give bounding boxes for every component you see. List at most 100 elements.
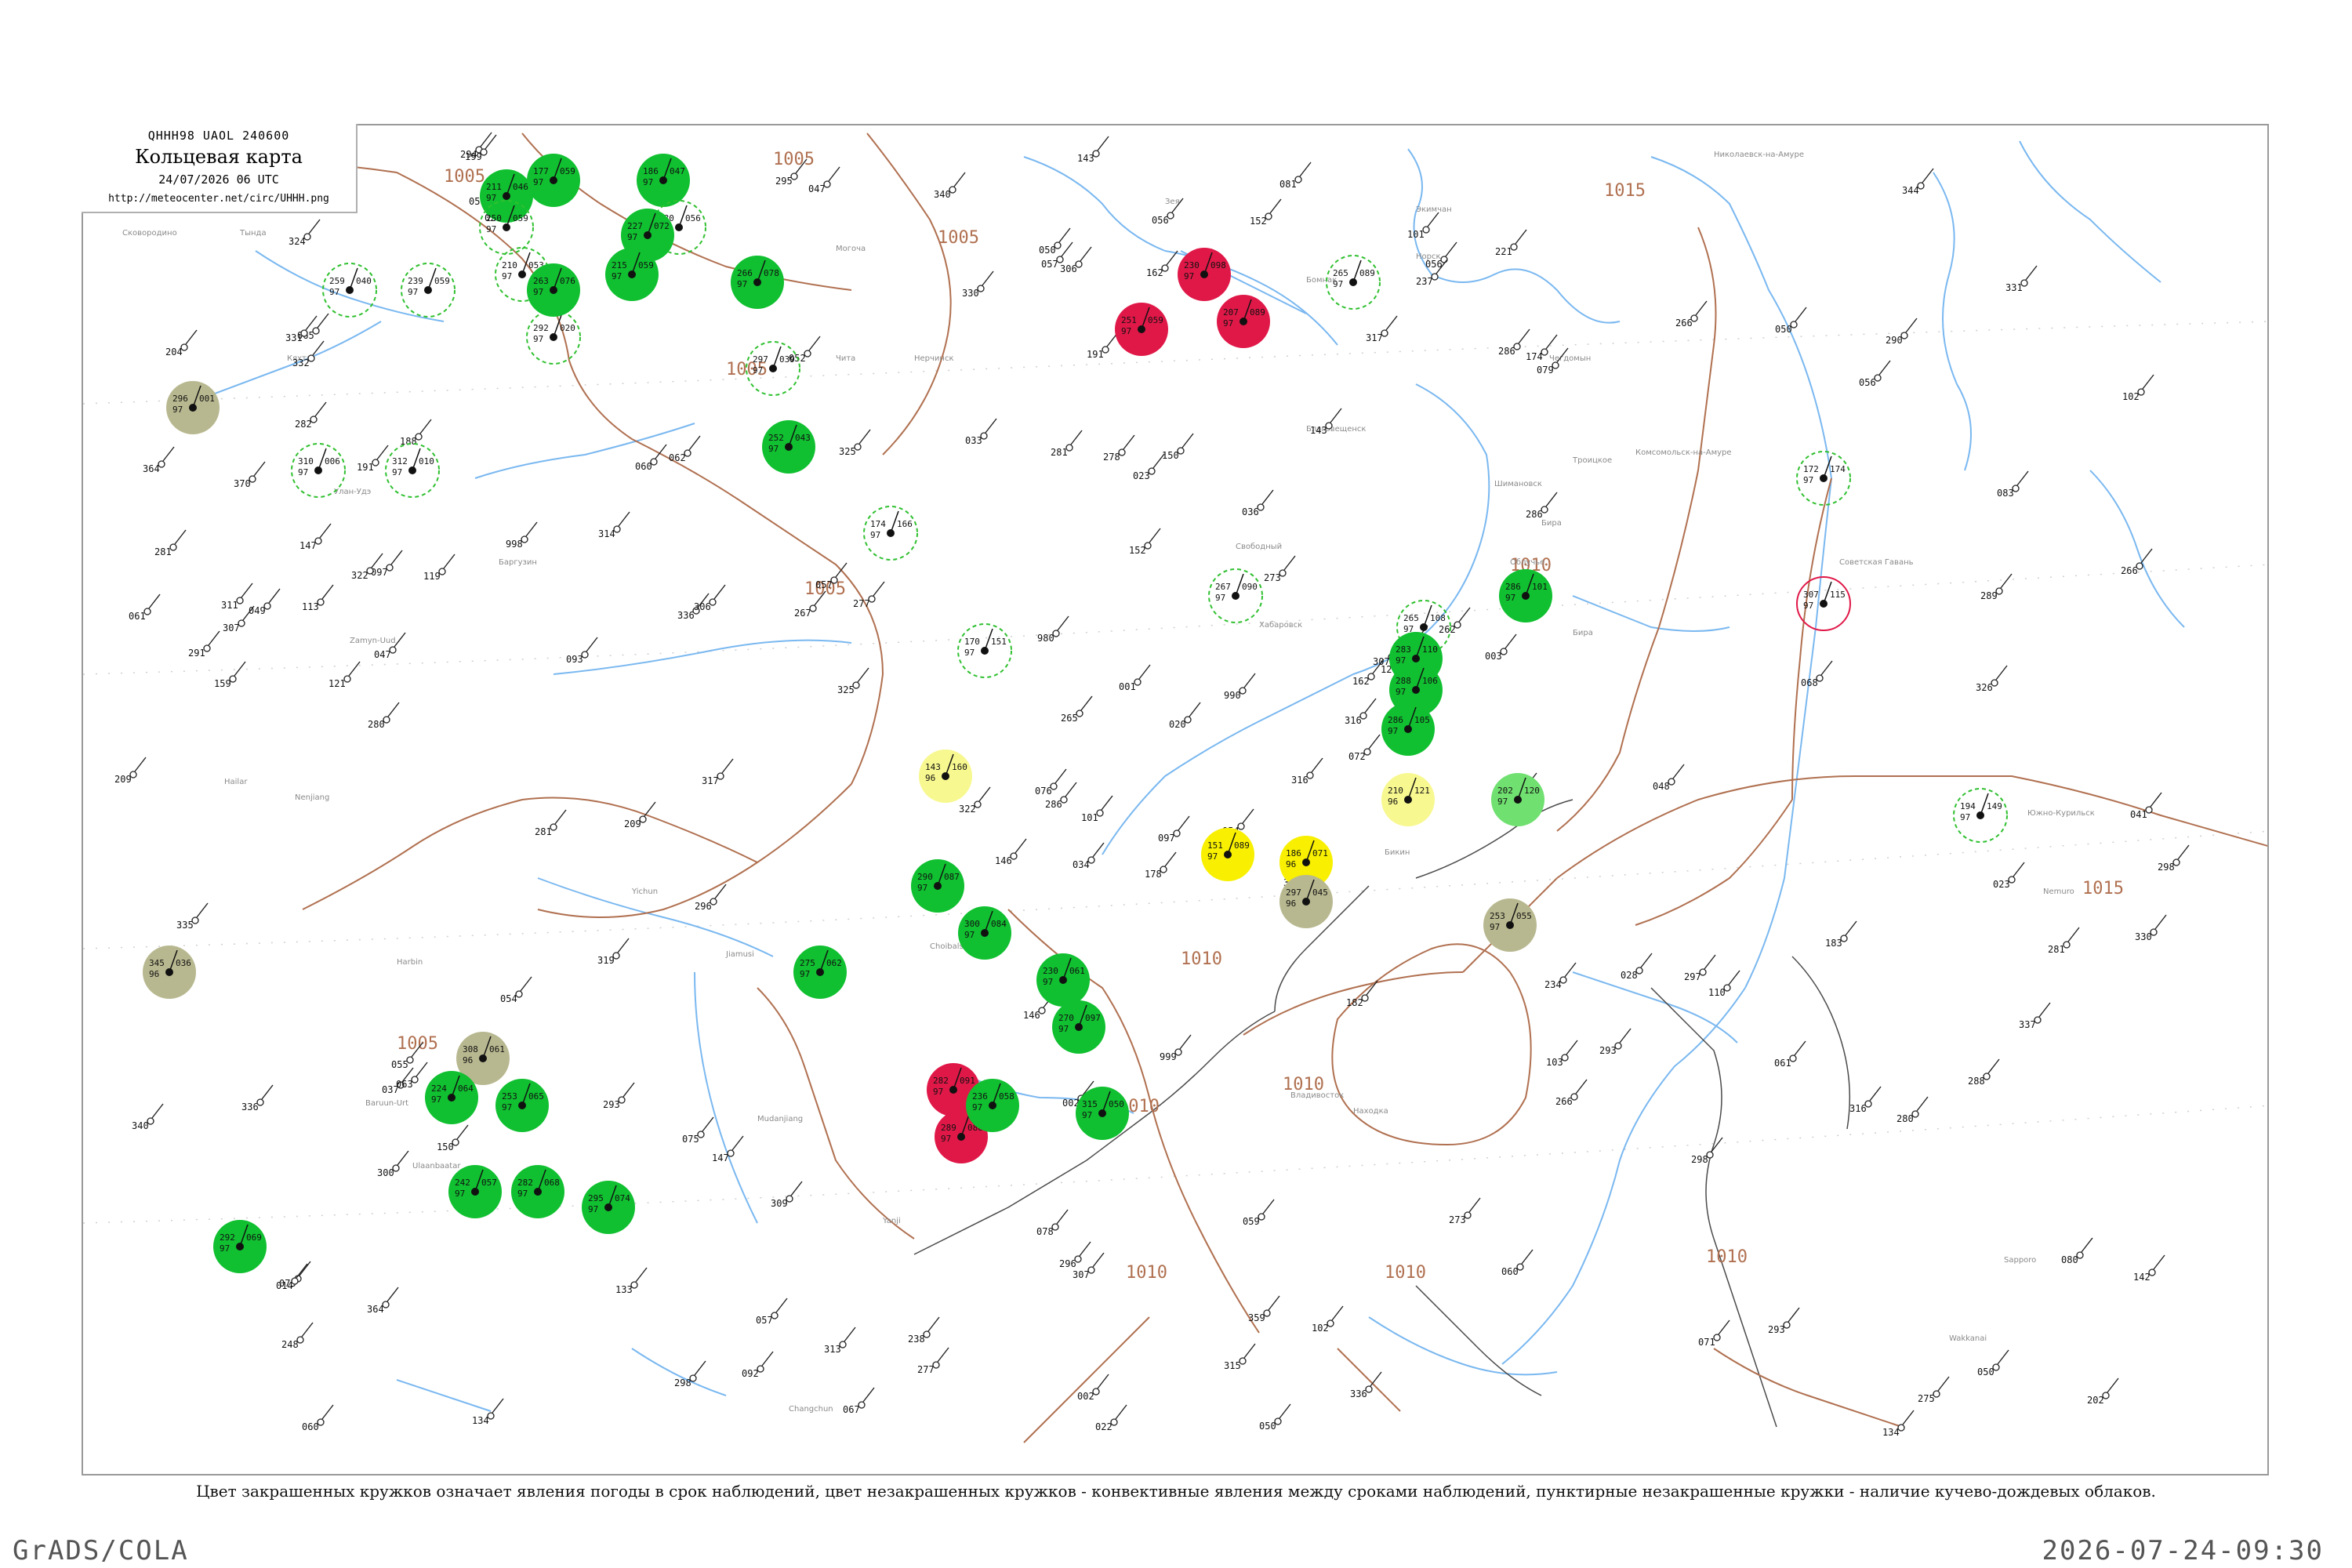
- station-plot[interactable]: 134: [472, 1398, 504, 1426]
- station-circle[interactable]: 24297 057: [448, 1165, 502, 1218]
- station-plot[interactable]: 097: [1158, 815, 1190, 844]
- station-circle[interactable]: 23097 098: [1178, 248, 1231, 301]
- station-plot[interactable]: 337: [2019, 1002, 2051, 1030]
- station-plot[interactable]: 316: [1345, 698, 1377, 726]
- station-plot[interactable]: 298: [2158, 844, 2190, 873]
- station-plot[interactable]: 076: [1035, 768, 1067, 797]
- station-plot[interactable]: 297: [1684, 954, 1716, 982]
- station-circle[interactable]: 17797 059: [527, 154, 580, 207]
- station-plot[interactable]: 113: [302, 584, 334, 612]
- station-plot[interactable]: 067: [843, 1387, 875, 1415]
- station-plot[interactable]: 296: [1059, 1241, 1091, 1269]
- station-plot[interactable]: 050: [1977, 1349, 2009, 1377]
- station-circle[interactable]: 31597 050: [1076, 1087, 1129, 1140]
- station-plot[interactable]: 202: [2087, 1377, 2119, 1406]
- station-plot[interactable]: 325: [839, 429, 871, 457]
- station-plot[interactable]: 364: [143, 446, 175, 474]
- station-circle[interactable]: 23097 061: [1036, 953, 1090, 1007]
- station-plot[interactable]: 022: [1095, 1404, 1127, 1432]
- station-plot[interactable]: 281: [154, 529, 187, 557]
- station-circle[interactable]: 27097 097: [1052, 1000, 1105, 1054]
- station-plot[interactable]: 142: [2133, 1254, 2165, 1283]
- station-plot[interactable]: 097: [371, 550, 403, 578]
- station-plot[interactable]: 147: [712, 1135, 744, 1163]
- station-plot[interactable]: 048: [1653, 764, 1685, 792]
- station-plot[interactable]: 075: [682, 1116, 714, 1145]
- station-plot[interactable]: 316: [1291, 757, 1323, 786]
- station-plot[interactable]: 330: [2135, 914, 2167, 942]
- station-plot[interactable]: 060: [1501, 1249, 1534, 1277]
- station-plot[interactable]: 313: [824, 1327, 856, 1355]
- station-plot[interactable]: 340: [934, 172, 966, 200]
- station-plot[interactable]: 340: [132, 1103, 164, 1131]
- station-plot[interactable]: 102: [2122, 374, 2154, 402]
- station-plot[interactable]: 183: [1825, 920, 1857, 949]
- station-plot[interactable]: 309: [771, 1181, 803, 1209]
- station-plot[interactable]: 152: [1129, 528, 1161, 556]
- station-circle[interactable]: 25397 055: [1483, 898, 1537, 952]
- station-plot[interactable]: 034: [1073, 842, 1105, 870]
- station-plot[interactable]: 209: [114, 757, 147, 785]
- station-plot[interactable]: 093: [566, 637, 598, 665]
- station-plot[interactable]: 277: [853, 581, 885, 609]
- station-circle[interactable]: 30797 115: [1796, 576, 1851, 631]
- station-plot[interactable]: 178: [1145, 851, 1177, 880]
- station-plot[interactable]: 162: [1146, 250, 1178, 278]
- station-plot[interactable]: 080: [2061, 1237, 2093, 1265]
- station-plot[interactable]: 072: [1348, 734, 1381, 762]
- station-plot[interactable]: 002: [1077, 1374, 1109, 1402]
- station-circle[interactable]: 18697 047: [637, 154, 690, 207]
- station-circle[interactable]: 20297 120: [1491, 773, 1544, 826]
- station-plot[interactable]: 275: [1918, 1376, 1950, 1404]
- station-plot[interactable]: 204: [165, 329, 198, 358]
- station-plot[interactable]: 315: [1224, 1343, 1256, 1371]
- station-plot[interactable]: 119: [423, 554, 456, 582]
- station-circle[interactable]: 25197 059: [1115, 303, 1168, 356]
- station-plot[interactable]: 311: [221, 583, 253, 611]
- station-circle[interactable]: 23997 059: [401, 263, 456, 318]
- station-circle[interactable]: 29297 069: [213, 1220, 267, 1273]
- station-plot[interactable]: 265: [1061, 695, 1093, 724]
- station-plot[interactable]: 110: [1708, 970, 1740, 998]
- station-plot[interactable]: 278: [1103, 434, 1135, 463]
- station-plot[interactable]: 293: [1599, 1028, 1632, 1056]
- station-circle[interactable]: 20797 089: [1217, 295, 1270, 348]
- station-plot[interactable]: 068: [1801, 660, 1833, 688]
- station-circle[interactable]: 17297 174: [1796, 451, 1851, 506]
- station-plot[interactable]: 330: [962, 270, 994, 299]
- station-plot[interactable]: 092: [742, 1351, 774, 1379]
- station-plot[interactable]: 317: [702, 758, 734, 786]
- station-plot[interactable]: 277: [917, 1347, 949, 1375]
- station-plot[interactable]: 290: [1886, 318, 1918, 346]
- weather-map[interactable]: 1005 1005 1005 1005 1005 1005 1010 1010 1010 1010…: [82, 124, 2269, 1475]
- station-plot[interactable]: 273: [1264, 555, 1296, 583]
- station-plot[interactable]: 062: [669, 435, 701, 463]
- station-circle[interactable]: 29097 087: [911, 859, 964, 913]
- station-circle[interactable]: 19497 149: [1953, 788, 2008, 843]
- station-plot[interactable]: 316: [1849, 1086, 1882, 1114]
- station-plot[interactable]: 146: [995, 838, 1027, 866]
- station-circle[interactable]: 25397 065: [495, 1079, 549, 1132]
- station-plot[interactable]: 266: [2121, 548, 2153, 576]
- station-plot[interactable]: 298: [1691, 1137, 1723, 1165]
- station-plot[interactable]: 281: [2048, 927, 2080, 955]
- station-plot[interactable]: 071: [1698, 1319, 1730, 1348]
- station-plot[interactable]: 999: [1160, 1034, 1192, 1062]
- station-plot[interactable]: 282: [295, 401, 327, 430]
- station-plot[interactable]: 291: [188, 630, 220, 659]
- station-plot[interactable]: 159: [214, 661, 246, 689]
- station-plot[interactable]: 150: [1162, 433, 1194, 461]
- station-circle[interactable]: 29597 074: [582, 1181, 635, 1234]
- station-plot[interactable]: 326: [1976, 665, 2008, 693]
- station-plot[interactable]: 331: [2005, 265, 2038, 293]
- station-plot[interactable]: 133: [615, 1267, 648, 1295]
- station-circle[interactable]: 28697 101: [1499, 569, 1552, 622]
- station-circle[interactable]: 29697 001: [166, 381, 220, 434]
- station-plot[interactable]: 047: [808, 166, 840, 194]
- station-plot[interactable]: 102: [1312, 1305, 1344, 1334]
- station-plot[interactable]: 293: [1768, 1307, 1800, 1335]
- station-plot[interactable]: 296: [695, 884, 727, 912]
- station-plot[interactable]: 036: [1242, 489, 1274, 517]
- station-plot[interactable]: 147: [299, 523, 332, 551]
- station-plot[interactable]: 286: [1498, 328, 1530, 357]
